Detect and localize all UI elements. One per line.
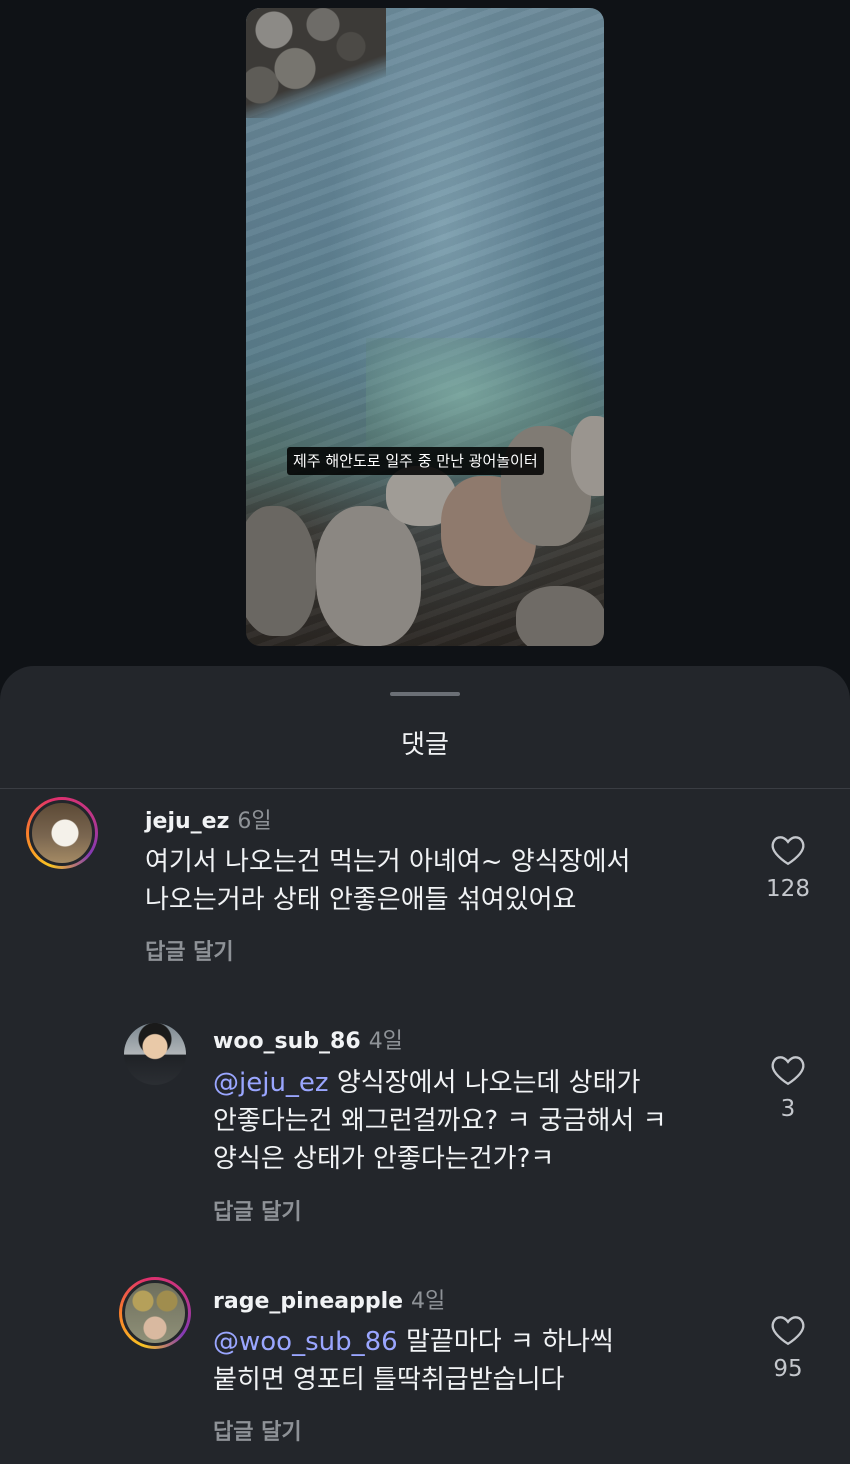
username[interactable]: woo_sub_86 <box>213 1029 361 1054</box>
comment-line: 양식은 상태가 안좋다는건가?ㅋ <box>213 1144 555 1174</box>
comment-time: 4일 <box>411 1289 446 1314</box>
comment-header: woo_sub_86 4일 <box>213 1023 403 1055</box>
username[interactable]: rage_pineapple <box>213 1289 403 1314</box>
divider <box>0 788 850 789</box>
like-count: 3 <box>780 1096 796 1122</box>
avatar[interactable] <box>26 797 98 869</box>
mention-link[interactable]: @jeju_ez <box>213 1068 329 1098</box>
comment-line-text: 말끝마다 ㅋ 하나씩 <box>397 1327 614 1357</box>
comment-line: @jeju_ez 양식장에서 나오는데 상태가 <box>213 1064 667 1102</box>
reply-button[interactable]: 답글 달기 <box>213 1414 302 1446</box>
comment-text: 여기서 나오는건 먹는거 아녜여~ 양식장에서 나오는거라 상태 안좋은애들 섞… <box>145 843 630 919</box>
avatar[interactable] <box>119 1277 191 1349</box>
comment-line: 붙히면 영포티 틀딱취급받습니다 <box>213 1365 565 1395</box>
rocks-top <box>246 8 386 118</box>
avatar-image <box>29 800 95 866</box>
comment-line: 안좋다는건 왜그런걸까요? ㅋ 궁금해서 ㅋ <box>213 1106 667 1136</box>
reply-button[interactable]: 답글 달기 <box>213 1194 302 1226</box>
comment-text: @jeju_ez 양식장에서 나오는데 상태가 안좋다는건 왜그런걸까요? ㅋ … <box>213 1064 667 1178</box>
sheet-title: 댓글 <box>401 730 449 760</box>
drag-handle[interactable] <box>390 692 460 696</box>
comment-time: 6일 <box>237 809 272 834</box>
comments-sheet: 댓글 jeju_ez 6일 여기서 나오는건 먹는거 아녜여~ 양식장에서 나오는… <box>0 666 850 1464</box>
comment-line: 나오는거라 상태 안좋은애들 섞여있어요 <box>145 885 577 915</box>
comment-header: rage_pineapple 4일 <box>213 1283 445 1315</box>
like-count: 95 <box>773 1356 803 1382</box>
comment-text: @woo_sub_86 말끝마다 ㅋ 하나씩 붙히면 영포티 틀딱취급받습니다 <box>213 1323 614 1399</box>
comment-line-text: 양식장에서 나오는데 상태가 <box>328 1068 641 1098</box>
comment-header: jeju_ez 6일 <box>145 803 272 835</box>
avatar-image <box>122 1280 188 1346</box>
comment-time: 4일 <box>368 1029 403 1054</box>
like-count: 128 <box>766 876 810 902</box>
video-preview[interactable] <box>246 8 604 646</box>
heart-outline-icon <box>771 1056 805 1086</box>
username[interactable]: jeju_ez <box>145 809 229 834</box>
mention-link[interactable]: @woo_sub_86 <box>213 1327 398 1357</box>
heart-outline-icon <box>771 1316 805 1346</box>
heart-outline-icon <box>771 836 805 866</box>
reply-button[interactable]: 답글 달기 <box>145 934 234 966</box>
comment-line: 여기서 나오는건 먹는거 아녜여~ 양식장에서 <box>145 847 631 877</box>
comment-line: @woo_sub_86 말끝마다 ㅋ 하나씩 <box>213 1323 614 1361</box>
video-caption: 제주 해안도로 일주 중 만난 광어놀이터 <box>287 447 544 475</box>
like-button[interactable]: 95 <box>758 1314 818 1382</box>
rock <box>316 506 421 646</box>
like-button[interactable]: 128 <box>758 834 818 902</box>
like-button[interactable]: 3 <box>758 1054 818 1122</box>
rock <box>516 586 604 646</box>
avatar[interactable] <box>124 1023 186 1085</box>
rocks-bottom <box>246 416 604 646</box>
rock <box>246 506 316 636</box>
